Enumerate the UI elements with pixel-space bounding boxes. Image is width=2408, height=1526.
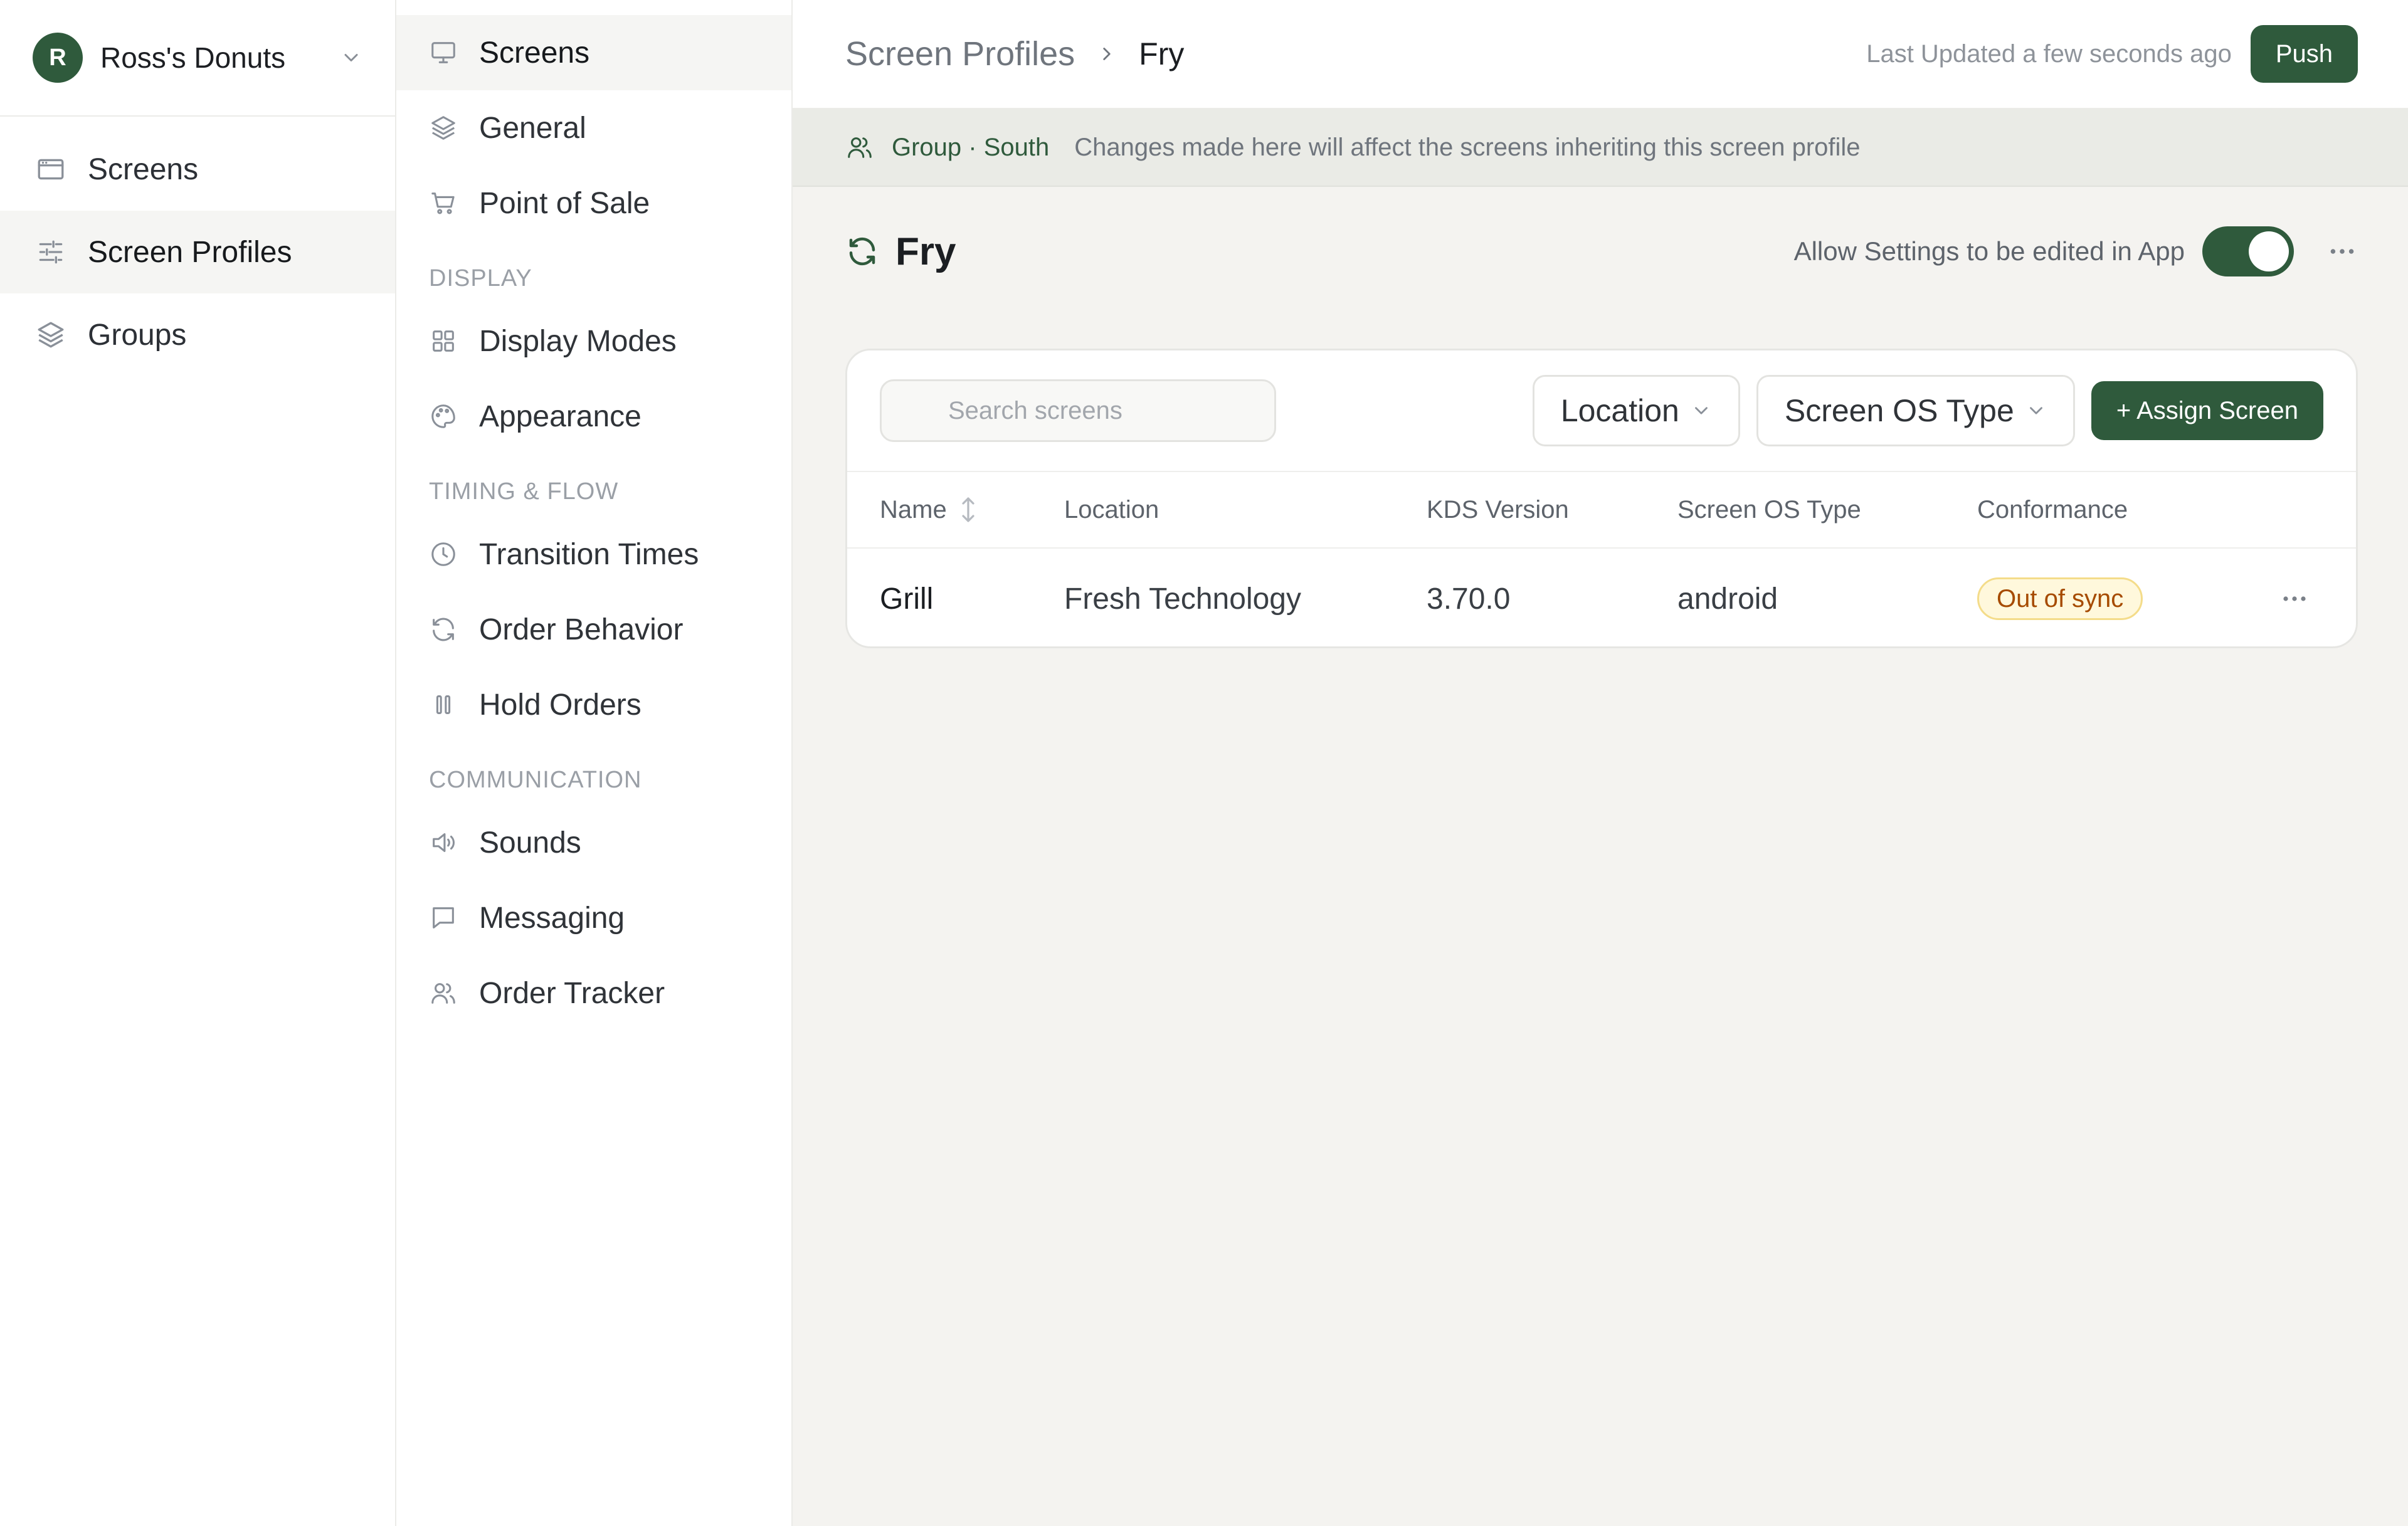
org-switcher[interactable]: R Ross's Donuts	[0, 0, 395, 117]
section-heading-timing-flow: TIMING & FLOW	[429, 478, 619, 505]
sidebar-item-label: Screens	[88, 152, 199, 186]
os-type-filter-label: Screen OS Type	[1784, 393, 2014, 428]
settings-item-label: Point of Sale	[479, 186, 650, 220]
settings-item-label: Order Behavior	[479, 613, 684, 646]
inheritance-banner: Group · South Changes made here will aff…	[793, 109, 2408, 187]
sidebar-item-label: Screen Profiles	[88, 235, 292, 269]
settings-item-label: Screens	[479, 36, 590, 70]
sidebar-item-screens[interactable]: Screens	[0, 128, 395, 211]
top-bar: Screen Profiles Fry Last Updated a few s…	[793, 0, 2408, 109]
grid-icon	[429, 327, 458, 355]
org-avatar: R	[33, 33, 83, 83]
layers-icon	[35, 319, 66, 350]
settings-item-label: Messaging	[479, 901, 625, 935]
settings-item-order-behavior[interactable]: Order Behavior	[396, 592, 791, 667]
allow-edit-toggle[interactable]	[2202, 226, 2294, 276]
org-name: Ross's Donuts	[100, 41, 286, 74]
settings-item-label: Appearance	[479, 399, 642, 433]
settings-item-screens[interactable]: Screens	[396, 15, 791, 90]
profile-header: Fry Allow Settings to be edited in App	[793, 187, 2408, 316]
settings-item-label: Hold Orders	[479, 688, 642, 722]
search-input[interactable]	[880, 379, 1276, 442]
cell-name: Grill	[880, 582, 934, 616]
column-header-conformance: Conformance	[1977, 495, 2128, 524]
settings-item-order-tracker[interactable]: Order Tracker	[396, 955, 791, 1031]
palette-icon	[429, 402, 458, 431]
column-header-location: Location	[1064, 495, 1159, 524]
clock-icon	[429, 540, 458, 569]
sidebar-item-groups[interactable]: Groups	[0, 293, 395, 376]
allow-edit-label: Allow Settings to be edited in App	[1793, 236, 2185, 266]
settings-item-label: Display Modes	[479, 324, 677, 358]
last-updated-text: Last Updated a few seconds ago	[1866, 39, 2232, 68]
pause-icon	[429, 690, 458, 719]
speaker-icon	[429, 828, 458, 857]
section-heading-display: DISPLAY	[429, 265, 532, 292]
push-button[interactable]: Push	[2250, 25, 2358, 83]
settings-item-general[interactable]: General	[396, 90, 791, 166]
refresh-icon	[429, 615, 458, 644]
status-badge: Out of sync	[1977, 577, 2143, 620]
cell-kds-version: 3.70.0	[1427, 582, 1511, 616]
message-icon	[429, 903, 458, 932]
settings-item-appearance[interactable]: Appearance	[396, 379, 791, 454]
settings-item-label: Order Tracker	[479, 976, 665, 1010]
table-row[interactable]: Grill Fresh Technology 3.70.0 android Ou…	[847, 549, 2356, 646]
users-icon	[429, 979, 458, 1008]
main-nav: Screens Screen Profiles Groups	[0, 117, 395, 376]
settings-item-label: Transition Times	[479, 537, 699, 571]
settings-item-label: General	[479, 111, 586, 145]
cell-location: Fresh Technology	[1064, 582, 1301, 616]
toggle-knob	[2249, 231, 2289, 271]
settings-item-label: Sounds	[479, 826, 581, 860]
chevron-down-icon	[1679, 400, 1712, 421]
more-options-icon[interactable]	[2326, 236, 2358, 267]
sort-icon[interactable]	[957, 496, 980, 524]
screens-card: Location Screen OS Type + Assign Screen …	[845, 349, 2358, 648]
more-options-icon[interactable]	[2279, 584, 2310, 614]
cell-os-type: android	[1677, 582, 1778, 616]
location-filter-dropdown[interactable]: Location	[1532, 375, 1740, 446]
group-link[interactable]: Group · South	[892, 134, 1049, 162]
chevron-down-icon	[340, 46, 362, 69]
sidebar-item-label: Groups	[88, 318, 187, 352]
table-header: Name Location KDS Version Screen OS Type…	[847, 472, 2356, 549]
column-header-os-type: Screen OS Type	[1677, 495, 1861, 524]
main-content: Screen Profiles Fry Last Updated a few s…	[793, 0, 2408, 1526]
column-header-kds-version: KDS Version	[1427, 495, 1569, 524]
layers-icon	[429, 113, 458, 142]
row-actions[interactable]	[2269, 584, 2320, 614]
sliders-icon	[35, 236, 66, 268]
screens-toolbar: Location Screen OS Type + Assign Screen	[847, 350, 2356, 472]
chevron-right-icon	[1096, 43, 1117, 65]
location-filter-label: Location	[1560, 393, 1679, 428]
settings-item-point-of-sale[interactable]: Point of Sale	[396, 166, 791, 241]
browser-window-icon	[35, 154, 66, 185]
os-type-filter-dropdown[interactable]: Screen OS Type	[1756, 375, 2075, 446]
settings-item-display-modes[interactable]: Display Modes	[396, 303, 791, 379]
cell-conformance: Out of sync	[1977, 577, 2269, 620]
chevron-down-icon	[2014, 400, 2047, 421]
sidebar-item-screen-profiles[interactable]: Screen Profiles	[0, 211, 395, 293]
users-icon	[845, 133, 874, 162]
column-header-name[interactable]: Name	[880, 496, 1064, 524]
settings-item-sounds[interactable]: Sounds	[396, 805, 791, 880]
settings-item-messaging[interactable]: Messaging	[396, 880, 791, 955]
settings-item-transition-times[interactable]: Transition Times	[396, 517, 791, 592]
settings-nav: Screens General Point of Sale DISPLAY Di…	[396, 0, 793, 1526]
breadcrumb-root-link[interactable]: Screen Profiles	[845, 34, 1075, 73]
monitor-icon	[429, 38, 458, 67]
breadcrumb-current: Fry	[1139, 36, 1185, 71]
main-sidebar: R Ross's Donuts Screens Screen Profiles …	[0, 0, 396, 1526]
banner-message: Changes made here will affect the screen…	[1074, 133, 1861, 161]
profile-title: Fry	[895, 229, 956, 273]
cart-icon	[429, 189, 458, 218]
sync-icon	[845, 234, 879, 268]
assign-screen-button[interactable]: + Assign Screen	[2091, 381, 2323, 440]
section-heading-communication: COMMUNICATION	[429, 767, 642, 793]
settings-item-hold-orders[interactable]: Hold Orders	[396, 667, 791, 742]
